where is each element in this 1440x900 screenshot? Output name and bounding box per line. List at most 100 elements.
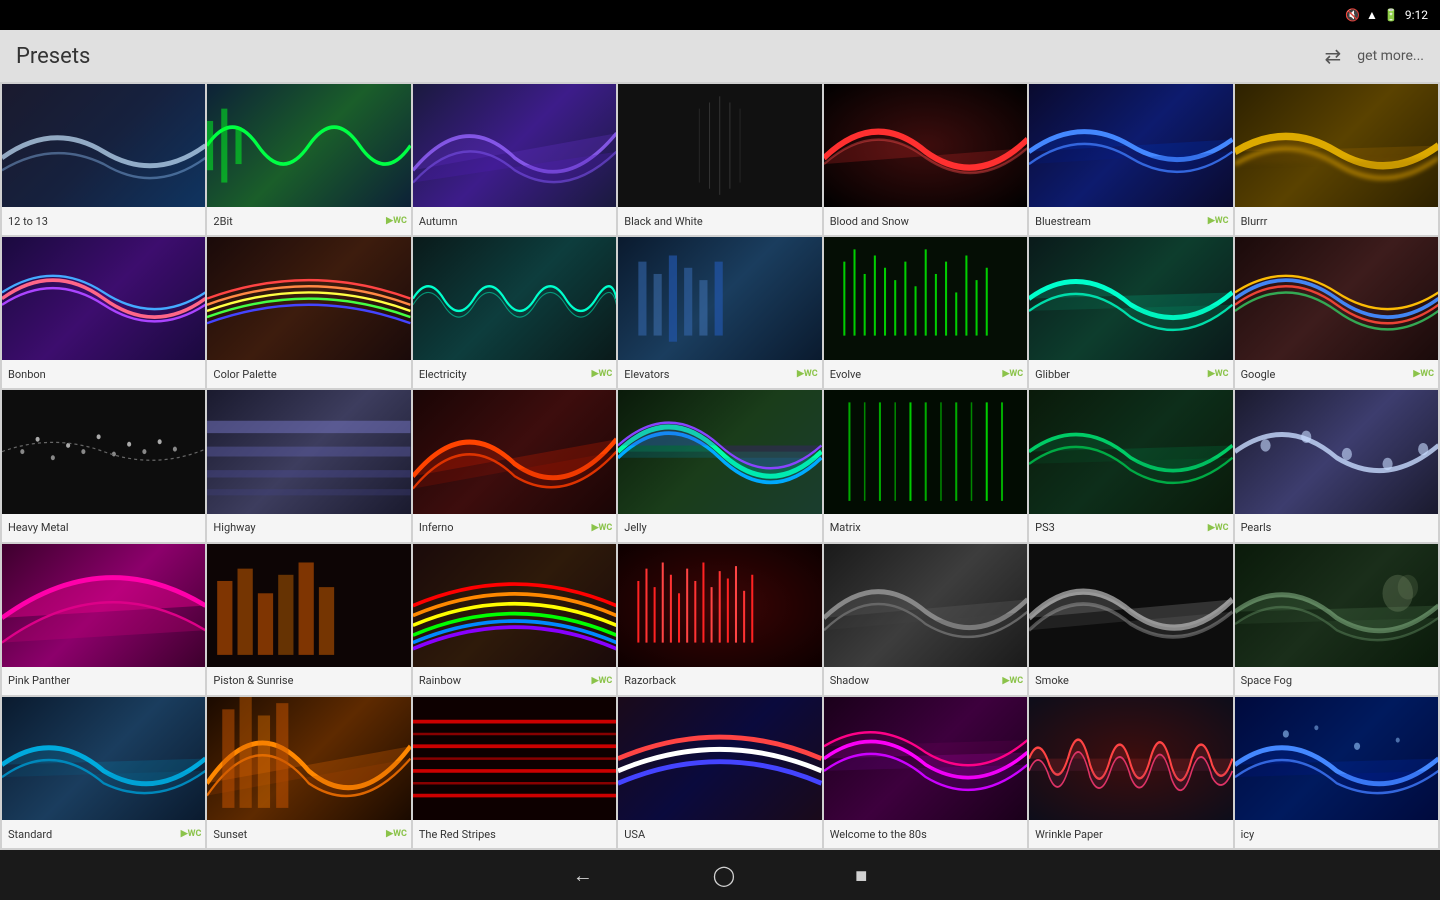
- preset-thumb-sunset: [207, 697, 410, 820]
- preset-thumb-usa: [618, 697, 821, 820]
- preset-name-heavymetal: Heavy Metal: [8, 521, 69, 534]
- preset-name-inferno: Inferno: [419, 521, 454, 534]
- preset-item-smoke[interactable]: Smoke: [1029, 544, 1232, 695]
- preset-thumb-glibber: [1029, 237, 1232, 360]
- preset-item-blurrr[interactable]: Blurrr: [1235, 84, 1438, 235]
- preset-label-rainbow: Rainbow▶WC: [413, 667, 616, 695]
- preset-thumb-spacefog: [1235, 544, 1438, 667]
- preset-badge-glibber: ▶WC: [1208, 369, 1229, 379]
- preset-label-highway: Highway: [207, 514, 410, 542]
- preset-item-jelly[interactable]: Jelly: [618, 390, 821, 541]
- home-button[interactable]: ◯: [713, 863, 735, 887]
- preset-badge-ps3: ▶WC: [1208, 523, 1229, 533]
- preset-badge-electricity: ▶WC: [592, 369, 613, 379]
- preset-label-bonbon: Bonbon: [2, 360, 205, 388]
- preset-item-bandw[interactable]: Black and White: [618, 84, 821, 235]
- preset-label-icy: icy: [1235, 820, 1438, 848]
- preset-item-evolve[interactable]: Evolve▶WC: [824, 237, 1027, 388]
- preset-name-piston: Piston & Sunrise: [213, 674, 293, 687]
- back-button[interactable]: ←: [573, 863, 593, 888]
- preset-item-piston[interactable]: Piston & Sunrise: [207, 544, 410, 695]
- preset-item-highway[interactable]: Highway: [207, 390, 410, 541]
- preset-label-smoke: Smoke: [1029, 667, 1232, 695]
- preset-name-spacefog: Space Fog: [1241, 674, 1292, 687]
- preset-item-sunset[interactable]: Sunset ▶WC: [207, 697, 410, 848]
- preset-item-shadow[interactable]: Shadow ▶WC: [824, 544, 1027, 695]
- preset-thumb-rainbow: [413, 544, 616, 667]
- preset-name-ps3: PS3: [1035, 521, 1055, 534]
- preset-label-blurrr: Blurrr: [1235, 207, 1438, 235]
- preset-thumb-smoke: [1029, 544, 1232, 667]
- preset-item-ps3[interactable]: PS3 ▶WC: [1029, 390, 1232, 541]
- preset-item-bloodsnow[interactable]: Blood and Snow: [824, 84, 1027, 235]
- preset-name-bluestream: Bluestream: [1035, 215, 1091, 228]
- preset-item-icy[interactable]: icy: [1235, 697, 1438, 848]
- preset-label-piston: Piston & Sunrise: [207, 667, 410, 695]
- preset-name-shadow: Shadow: [830, 674, 869, 687]
- preset-name-2bit: 2Bit: [213, 215, 232, 228]
- preset-name-rainbow: Rainbow: [419, 674, 461, 687]
- preset-item-bluestream[interactable]: Bluestream▶WC: [1029, 84, 1232, 235]
- preset-thumb-bluestream: [1029, 84, 1232, 207]
- preset-item-glibber[interactable]: Glibber▶WC: [1029, 237, 1232, 388]
- preset-item-google[interactable]: Google▶WC: [1235, 237, 1438, 388]
- preset-thumb-heavymetal: [2, 390, 205, 513]
- preset-thumb-colorpalette: [207, 237, 410, 360]
- preset-item-heavymetal[interactable]: Heavy Metal: [2, 390, 205, 541]
- preset-item-wrinkle[interactable]: Wrinkle Paper: [1029, 697, 1232, 848]
- preset-label-12to13: 12 to 13: [2, 207, 205, 235]
- preset-item-redstripes[interactable]: The Red Stripes: [413, 697, 616, 848]
- preset-item-2bit[interactable]: 2Bit▶WC: [207, 84, 410, 235]
- preset-thumb-redstripes: [413, 697, 616, 820]
- preset-thumb-pearls: [1235, 390, 1438, 513]
- preset-item-colorpalette[interactable]: Color Palette: [207, 237, 410, 388]
- preset-label-spacefog: Space Fog: [1235, 667, 1438, 695]
- preset-label-jelly: Jelly: [618, 514, 821, 542]
- preset-name-blurrr: Blurrr: [1241, 215, 1268, 228]
- preset-label-google: Google▶WC: [1235, 360, 1438, 388]
- preset-item-pinkpanther[interactable]: Pink Panther: [2, 544, 205, 695]
- preset-thumb-jelly: [618, 390, 821, 513]
- preset-thumb-bloodsnow: [824, 84, 1027, 207]
- preset-label-bluestream: Bluestream▶WC: [1029, 207, 1232, 235]
- mute-icon: 🔇: [1345, 8, 1360, 22]
- preset-item-usa[interactable]: USA: [618, 697, 821, 848]
- get-more-button[interactable]: get more...: [1357, 48, 1424, 64]
- preset-badge-shadow: ▶WC: [1002, 676, 1023, 686]
- preset-item-80s[interactable]: Welcome to the 80s: [824, 697, 1027, 848]
- preset-thumb-bonbon: [2, 237, 205, 360]
- time-display: 9:12: [1405, 8, 1428, 22]
- preset-item-12to13[interactable]: 12 to 13: [2, 84, 205, 235]
- recents-button[interactable]: ■: [855, 863, 867, 888]
- preset-label-bandw: Black and White: [618, 207, 821, 235]
- preset-item-spacefog[interactable]: Space Fog: [1235, 544, 1438, 695]
- preset-thumb-ps3: [1029, 390, 1232, 513]
- preset-name-matrix: Matrix: [830, 521, 861, 534]
- preset-item-autumn[interactable]: Autumn: [413, 84, 616, 235]
- preset-name-elevators: Elevators: [624, 368, 669, 381]
- preset-label-standard: Standard▶WC: [2, 820, 205, 848]
- preset-thumb-bandw: [618, 84, 821, 207]
- preset-thumb-wrinkle: [1029, 697, 1232, 820]
- preset-thumb-evolve: [824, 237, 1027, 360]
- shuffle-button[interactable]: ⇄: [1325, 44, 1342, 68]
- preset-label-ps3: PS3 ▶WC: [1029, 514, 1232, 542]
- preset-item-pearls[interactable]: Pearls: [1235, 390, 1438, 541]
- preset-item-matrix[interactable]: Matrix: [824, 390, 1027, 541]
- preset-label-colorpalette: Color Palette: [207, 360, 410, 388]
- preset-label-shadow: Shadow ▶WC: [824, 667, 1027, 695]
- preset-item-standard[interactable]: Standard▶WC: [2, 697, 205, 848]
- preset-item-razorback[interactable]: Razorback: [618, 544, 821, 695]
- preset-item-rainbow[interactable]: Rainbow▶WC: [413, 544, 616, 695]
- preset-item-bonbon[interactable]: Bonbon: [2, 237, 205, 388]
- preset-label-sunset: Sunset ▶WC: [207, 820, 410, 848]
- preset-item-elevators[interactable]: Elevators▶WC: [618, 237, 821, 388]
- preset-item-inferno[interactable]: Inferno▶WC: [413, 390, 616, 541]
- preset-label-matrix: Matrix: [824, 514, 1027, 542]
- preset-thumb-google: [1235, 237, 1438, 360]
- preset-badge-sunset: ▶WC: [386, 829, 407, 839]
- navigation-bar: ← ◯ ■: [0, 850, 1440, 900]
- preset-name-sunset: Sunset: [213, 828, 247, 841]
- preset-thumb-blurrr: [1235, 84, 1438, 207]
- preset-item-electricity[interactable]: Electricity▶WC: [413, 237, 616, 388]
